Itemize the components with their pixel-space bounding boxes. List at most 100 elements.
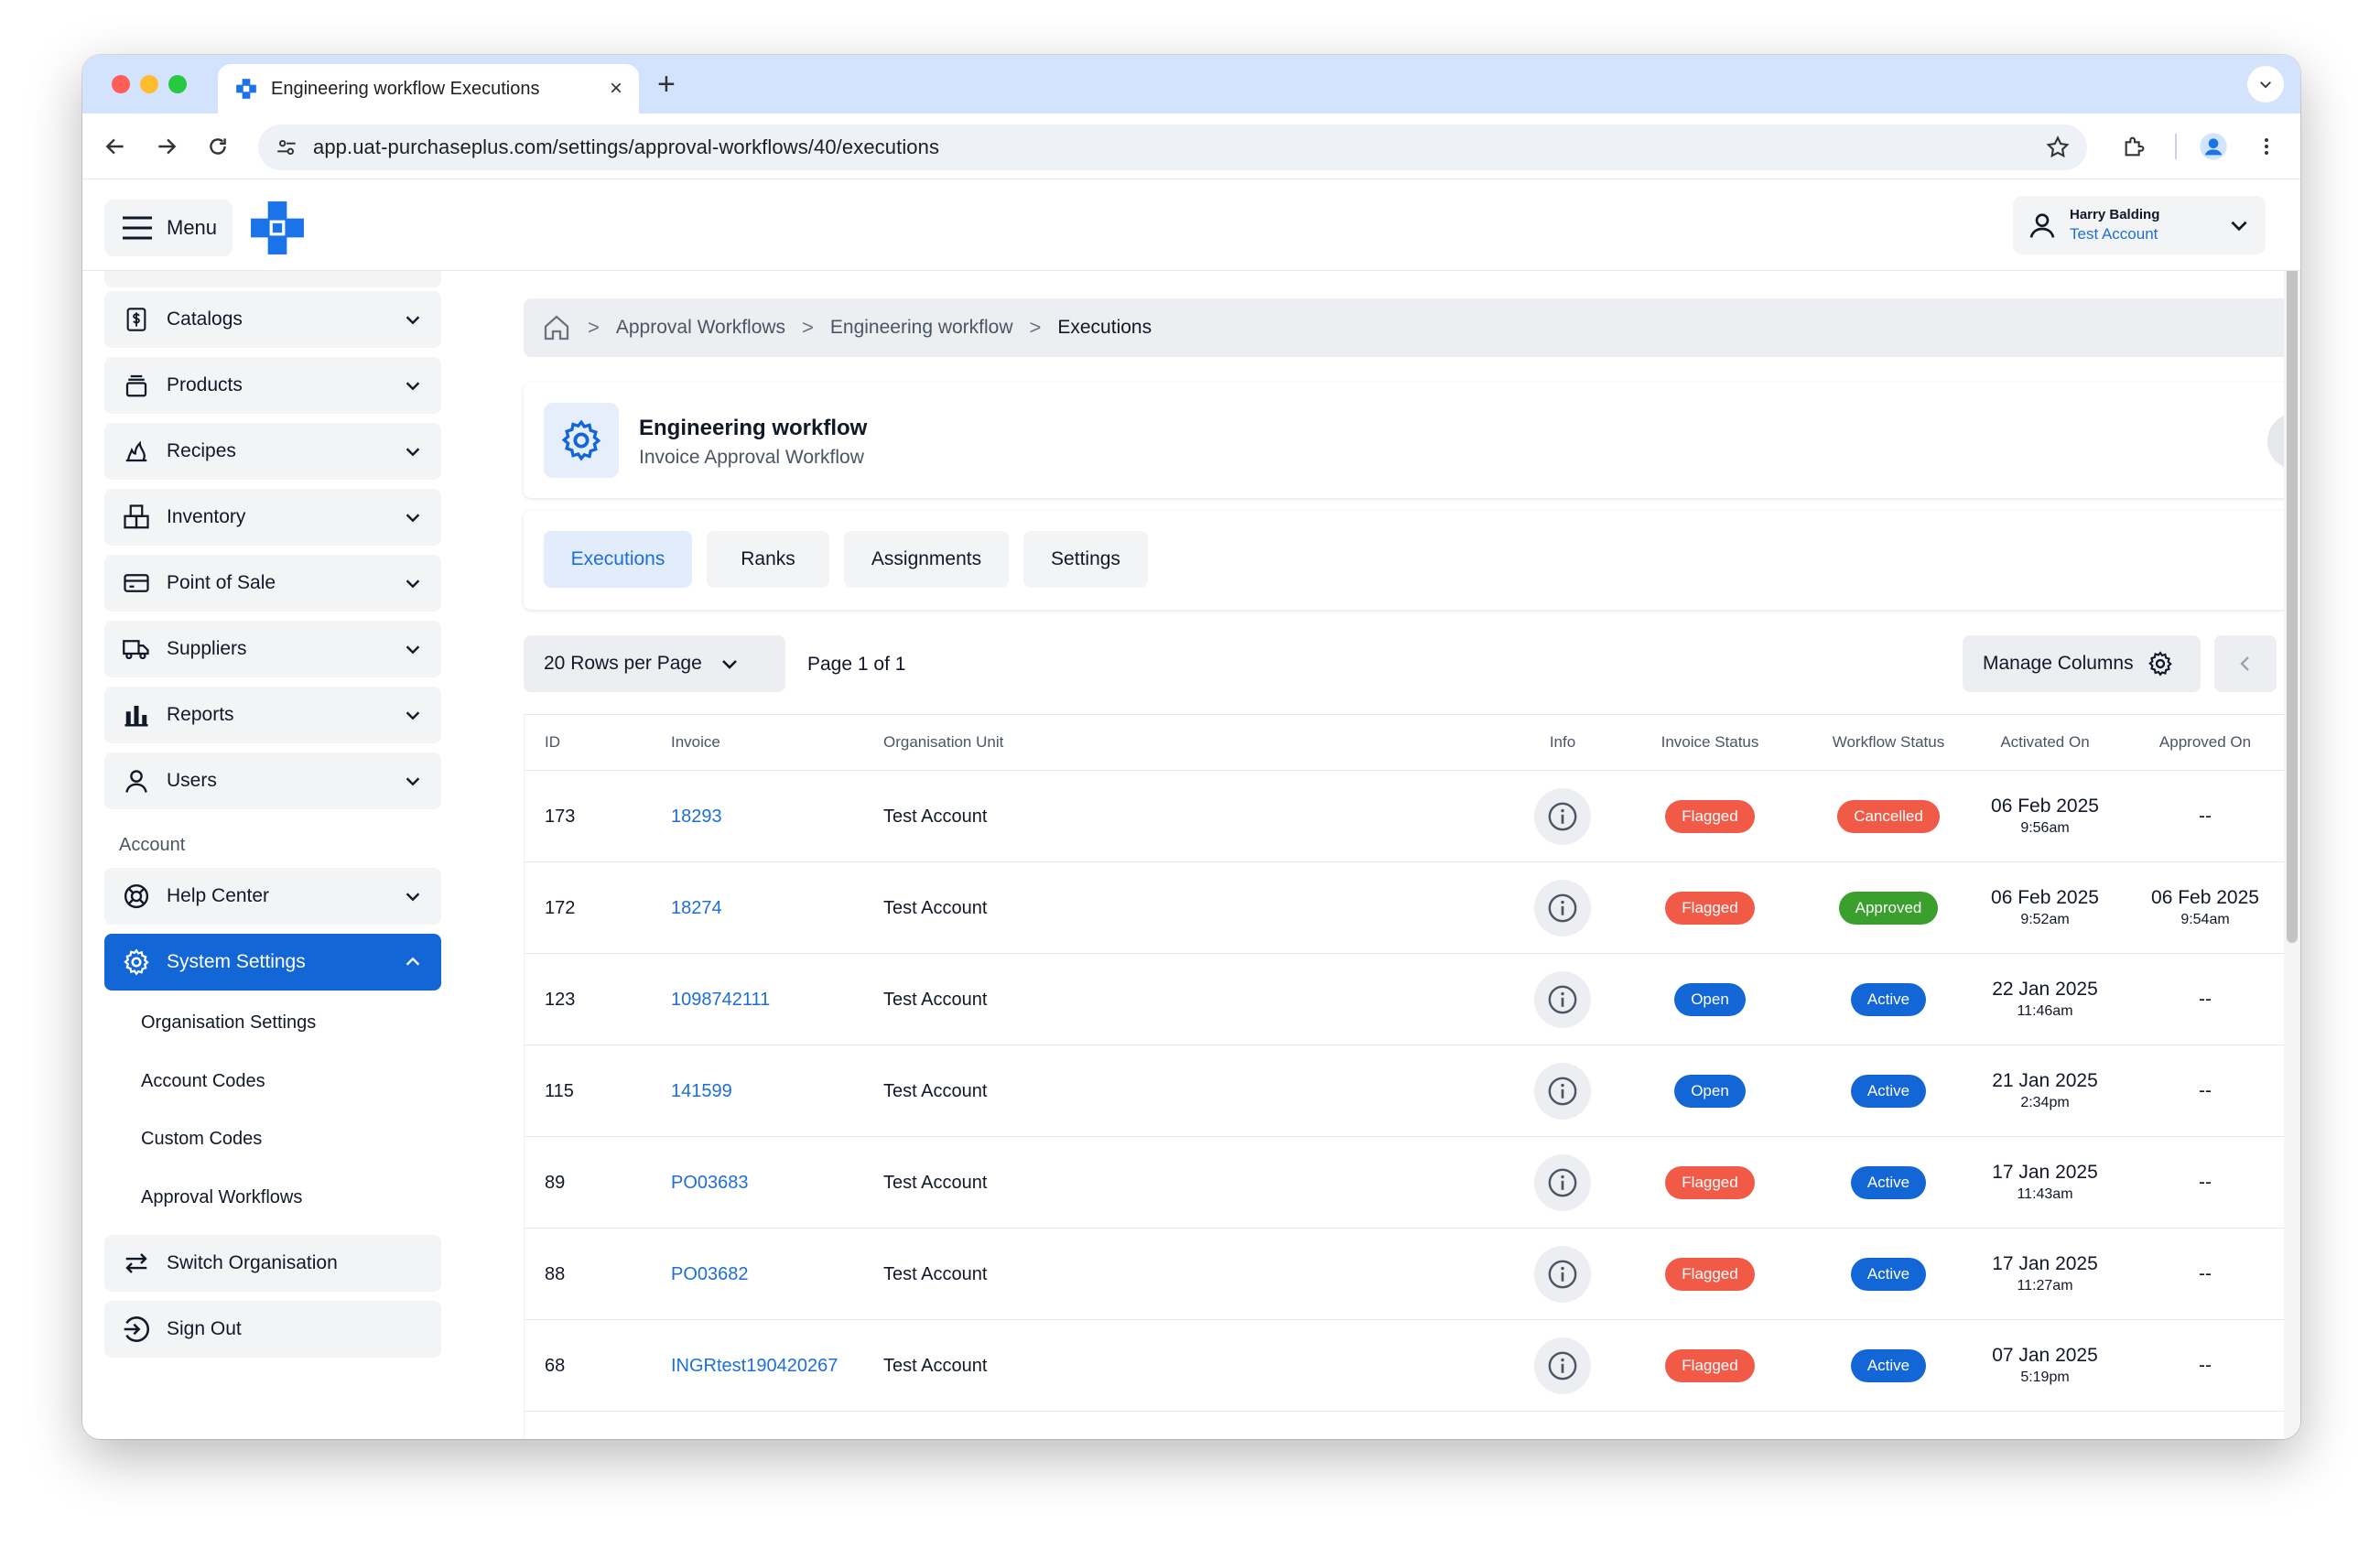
activated-date: 17 Jan 2025 bbox=[1992, 1162, 2098, 1183]
tab-assignments[interactable]: Assignments bbox=[844, 531, 1009, 588]
maximize-window-button[interactable] bbox=[168, 75, 187, 93]
invoice-link[interactable]: INGRtest190420267 bbox=[671, 1354, 838, 1378]
activated-time: 2:34pm bbox=[2020, 1095, 2070, 1110]
workflow-status-badge: Active bbox=[1850, 1349, 1927, 1382]
invoice-status-badge: Open bbox=[1674, 1075, 1746, 1108]
table-row[interactable]: 115 141599 Test Account Open Active 21 J… bbox=[525, 1045, 2300, 1137]
table-row[interactable]: 173 18293 Test Account Flagged Cancelled… bbox=[525, 771, 2300, 862]
cell-workflow-status: Active bbox=[1797, 1320, 1980, 1412]
toolbar-divider bbox=[2175, 134, 2177, 159]
back-button[interactable] bbox=[97, 128, 134, 165]
extensions-button[interactable] bbox=[2116, 128, 2153, 165]
reload-button[interactable] bbox=[200, 128, 236, 165]
browser-tab[interactable]: Engineering workflow Executions × bbox=[218, 64, 639, 114]
manage-columns-button[interactable]: Manage Columns bbox=[1963, 635, 2201, 692]
info-button[interactable] bbox=[1534, 788, 1591, 845]
stack-icon bbox=[121, 370, 152, 401]
sidebar-subitem-organisation-settings[interactable]: Organisation Settings bbox=[141, 1012, 316, 1034]
flame-icon bbox=[121, 436, 152, 467]
profile-button[interactable] bbox=[2195, 128, 2232, 165]
sidebar-subitem-approval-workflows[interactable]: Approval Workflows bbox=[141, 1187, 302, 1208]
sidebar-item-label: Help Center bbox=[167, 885, 270, 906]
breadcrumb-engineering-workflow[interactable]: Engineering workflow bbox=[830, 317, 1013, 339]
tab-title: Engineering workflow Executions bbox=[271, 78, 540, 99]
app-header: Menu Harry Balding Test Account bbox=[82, 179, 2300, 271]
info-button[interactable] bbox=[1534, 1246, 1591, 1303]
cell-approved-on: -- bbox=[2123, 1320, 2288, 1412]
user-menu-button[interactable]: Harry Balding Test Account bbox=[2013, 196, 2266, 254]
sidebar-item-switch-organisation[interactable]: Switch Organisation bbox=[104, 1235, 441, 1292]
info-button[interactable] bbox=[1534, 971, 1591, 1028]
approved-date: -- bbox=[2199, 1080, 2212, 1101]
tab-ranks[interactable]: Ranks bbox=[707, 531, 829, 588]
approved-date: -- bbox=[2199, 1172, 2212, 1193]
sidebar-item-recipes[interactable]: Recipes bbox=[104, 423, 441, 480]
invoice-link[interactable]: PO03683 bbox=[671, 1171, 749, 1195]
sidebar-subitem-account-codes[interactable]: Account Codes bbox=[141, 1071, 265, 1092]
puzzle-icon bbox=[2125, 136, 2145, 157]
table-row[interactable]: 88 PO03682 Test Account Flagged Active 1… bbox=[525, 1229, 2300, 1320]
page-scrollbar-thumb[interactable] bbox=[2287, 183, 2298, 943]
forward-button[interactable] bbox=[148, 128, 185, 165]
chevron-down-icon bbox=[406, 645, 420, 655]
cell-approved-on: -- bbox=[2123, 1229, 2288, 1320]
tab-close-icon[interactable]: × bbox=[610, 76, 622, 102]
sidebar-item-help-center[interactable]: Help Center bbox=[104, 868, 441, 925]
sidebar-item-label: Sign Out bbox=[167, 1318, 242, 1339]
info-button[interactable] bbox=[1534, 1337, 1591, 1394]
close-window-button[interactable] bbox=[112, 75, 130, 93]
tab-settings[interactable]: Settings bbox=[1023, 531, 1148, 588]
previous-page-button[interactable] bbox=[2214, 635, 2277, 692]
page-title: Engineering workflow bbox=[639, 416, 868, 440]
menu-button[interactable]: Menu bbox=[104, 200, 233, 256]
cell-invoice: 1098742111 bbox=[671, 954, 854, 1045]
table-row[interactable]: 172 18274 Test Account Flagged Approved … bbox=[525, 862, 2300, 954]
purchaseplus-logo[interactable] bbox=[249, 200, 306, 256]
invoice-link[interactable]: PO03682 bbox=[671, 1262, 749, 1286]
tab-executions[interactable]: Executions bbox=[544, 531, 692, 588]
site-settings-icon[interactable] bbox=[275, 135, 298, 159]
home-icon[interactable] bbox=[542, 313, 571, 342]
sidebar-item-users[interactable]: Users bbox=[104, 752, 441, 809]
info-button[interactable] bbox=[1534, 880, 1591, 936]
cell-invoice: 141599 bbox=[671, 1045, 854, 1137]
address-bar[interactable]: app.uat-purchaseplus.com/settings/approv… bbox=[258, 124, 2087, 170]
sidebar-subitem-custom-codes[interactable]: Custom Codes bbox=[141, 1129, 262, 1150]
invoice-status-badge: Flagged bbox=[1665, 1349, 1755, 1382]
info-button[interactable] bbox=[1534, 1063, 1591, 1120]
activated-time: 9:52am bbox=[2020, 912, 2070, 927]
cell-organisation-unit: Test Account bbox=[883, 897, 988, 918]
sidebar-item-label: Users bbox=[167, 770, 217, 791]
table-row[interactable]: 123 1098742111 Test Account Open Active … bbox=[525, 954, 2300, 1045]
invoice-link[interactable]: 141599 bbox=[671, 1079, 732, 1103]
new-tab-button[interactable]: + bbox=[657, 66, 676, 103]
table-row[interactable]: 68 INGRtest190420267 Test Account Flagge… bbox=[525, 1320, 2300, 1412]
sidebar-item-products[interactable]: Products bbox=[104, 357, 441, 414]
breadcrumb-approval-workflows[interactable]: Approval Workflows bbox=[616, 317, 785, 339]
cell-activated-on: 17 Jan 2025 11:43am bbox=[1967, 1137, 2123, 1229]
cell-invoice-status: Flagged bbox=[1618, 1320, 1801, 1412]
sidebar-item-sign-out[interactable]: Sign Out bbox=[104, 1301, 441, 1358]
approved-time: 9:54am bbox=[2180, 912, 2230, 927]
app-page: Menu Harry Balding Test Account Catalogs… bbox=[82, 179, 2300, 1439]
sidebar-item-inventory[interactable]: Inventory bbox=[104, 489, 441, 546]
info-icon bbox=[1548, 802, 1577, 831]
table-row[interactable]: 89 PO03683 Test Account Flagged Active 1… bbox=[525, 1137, 2300, 1229]
invoice-link[interactable]: 18274 bbox=[671, 896, 722, 920]
sidebar-item-point-of-sale[interactable]: Point of Sale bbox=[104, 555, 441, 612]
sidebar-item-suppliers[interactable]: Suppliers bbox=[104, 621, 441, 677]
rows-per-page-select[interactable]: 20 Rows per Page bbox=[524, 635, 785, 692]
invoice-link[interactable]: 1098742111 bbox=[671, 988, 770, 1012]
info-button[interactable] bbox=[1534, 1154, 1591, 1211]
sidebar-item-reports[interactable]: Reports bbox=[104, 687, 441, 743]
cell-info bbox=[1503, 1320, 1622, 1412]
sidebar-item-system-settings[interactable]: System Settings bbox=[104, 934, 441, 991]
minimize-window-button[interactable] bbox=[140, 75, 158, 93]
tab-search-button[interactable] bbox=[2247, 66, 2284, 103]
bookmark-star-icon[interactable] bbox=[2045, 135, 2071, 160]
invoice-link[interactable]: 18293 bbox=[671, 805, 722, 828]
page-scrollbar[interactable] bbox=[2284, 179, 2300, 1439]
sidebar-item-catalogs[interactable]: Catalogs bbox=[104, 291, 441, 348]
column-header-activated-on: Activated On bbox=[2000, 733, 2090, 751]
browser-menu-button[interactable] bbox=[2248, 128, 2285, 165]
